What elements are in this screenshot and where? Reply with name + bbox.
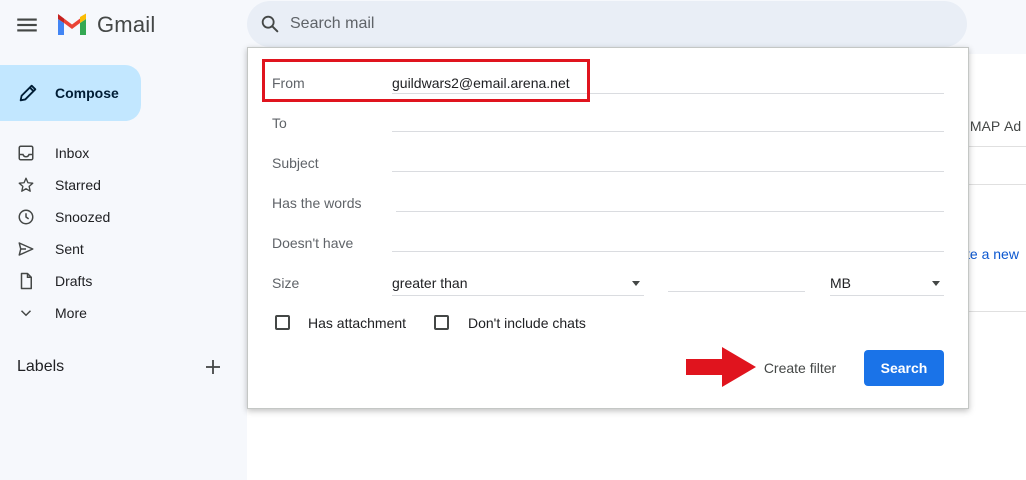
dropdown-caret-icon xyxy=(632,281,640,286)
dont-include-chats-label: Don't include chats xyxy=(468,315,586,331)
sidebar-item-drafts[interactable]: Drafts xyxy=(0,265,246,297)
app-title: Gmail xyxy=(97,12,156,37)
sidebar-item-snoozed[interactable]: Snoozed xyxy=(0,201,246,233)
create-filter-button[interactable]: Create filter xyxy=(754,351,846,385)
sidebar-item-label: Sent xyxy=(55,241,84,257)
advanced-search-panel: From To Subject Has the words Doesn't ha… xyxy=(247,47,969,409)
size-comparator-value: greater than xyxy=(392,275,468,291)
compose-button[interactable]: Compose xyxy=(0,65,141,121)
sidebar-item-inbox[interactable]: Inbox xyxy=(0,137,246,169)
size-unit-select[interactable]: MB xyxy=(830,272,944,296)
plus-icon[interactable] xyxy=(203,357,223,377)
divider xyxy=(969,184,1026,185)
has-words-label: Has the words xyxy=(272,195,362,211)
imap-tab-label[interactable]: IMAP xyxy=(966,118,1000,134)
menu-icon[interactable] xyxy=(14,12,40,38)
sidebar-item-label: More xyxy=(55,305,87,321)
clock-icon xyxy=(18,209,34,225)
sidebar-item-label: Drafts xyxy=(55,273,93,289)
doesnt-have-label: Doesn't have xyxy=(272,235,354,251)
search-button[interactable]: Search xyxy=(864,350,944,386)
has-attachment-checkbox[interactable] xyxy=(275,315,290,330)
pencil-icon xyxy=(19,84,37,102)
sidebar-item-label: Starred xyxy=(55,177,101,193)
compose-label: Compose xyxy=(55,85,119,101)
search-icon[interactable] xyxy=(259,13,281,35)
size-unit-value: MB xyxy=(830,275,851,291)
size-label: Size xyxy=(272,275,300,291)
size-comparator-select[interactable]: greater than xyxy=(392,272,644,296)
create-new-link[interactable]: te a new xyxy=(966,246,1019,262)
has-words-field[interactable] xyxy=(396,190,944,212)
labels-heading: Labels xyxy=(17,358,65,375)
sidebar-item-more[interactable]: More xyxy=(0,297,246,329)
size-value-field[interactable] xyxy=(668,270,805,292)
ad-tab-label[interactable]: Ad xyxy=(1004,118,1021,134)
star-icon xyxy=(18,177,34,192)
subject-field[interactable] xyxy=(392,150,944,172)
from-label: From xyxy=(272,75,305,91)
dropdown-caret-icon xyxy=(932,281,940,286)
file-icon xyxy=(20,272,32,290)
sidebar-item-starred[interactable]: Starred xyxy=(0,169,246,201)
search-input[interactable] xyxy=(290,11,890,37)
annotation-arrow-icon xyxy=(686,347,756,387)
sidebar-nav: Inbox Starred Snoozed Sent Drafts More xyxy=(0,137,246,329)
chevron-down-icon xyxy=(20,310,32,317)
divider xyxy=(969,311,1026,312)
send-icon xyxy=(18,242,34,256)
inbox-icon xyxy=(18,145,34,161)
doesnt-have-field[interactable] xyxy=(392,230,944,252)
divider xyxy=(969,146,1026,147)
dont-include-chats-checkbox[interactable] xyxy=(434,315,449,330)
to-field[interactable] xyxy=(392,110,944,132)
to-label: To xyxy=(272,115,287,131)
subject-label: Subject xyxy=(272,155,319,171)
from-field[interactable] xyxy=(392,72,944,94)
has-attachment-label: Has attachment xyxy=(308,315,407,331)
sidebar-item-sent[interactable]: Sent xyxy=(0,233,246,265)
search-bar[interactable] xyxy=(247,1,967,47)
sidebar-item-label: Inbox xyxy=(55,145,90,161)
sidebar-item-label: Snoozed xyxy=(55,209,111,225)
gmail-logo-icon[interactable] xyxy=(56,12,88,38)
